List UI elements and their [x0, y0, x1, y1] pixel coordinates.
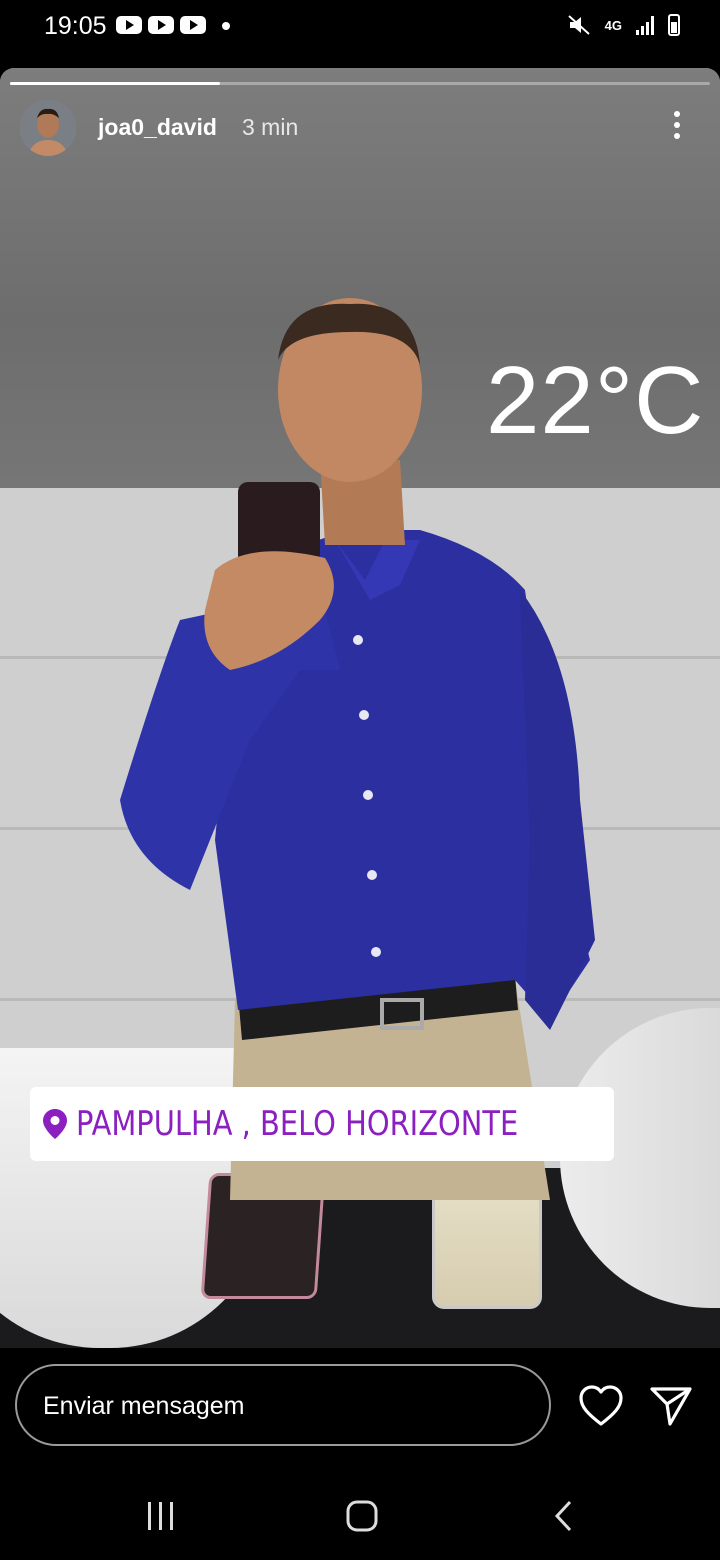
avatar[interactable] [20, 100, 76, 156]
youtube-notification-icon [148, 16, 174, 34]
youtube-notification-icon [180, 16, 206, 34]
paper-plane-icon[interactable] [648, 1384, 694, 1428]
network-type-label: 4G [604, 17, 622, 33]
story-progress-bar [10, 82, 710, 85]
status-indicators: 4G [567, 14, 680, 36]
story-progress-fill [10, 82, 220, 85]
location-label: PAMPULHA , BELO HORIZONTE [76, 1104, 519, 1144]
youtube-notification-icon [116, 16, 142, 34]
heart-icon[interactable] [578, 1384, 624, 1428]
vertical-dots-icon[interactable] [665, 108, 689, 144]
mute-icon [567, 15, 590, 35]
story-username[interactable]: joa0_david [98, 114, 217, 141]
status-bar: 19:05 4G [0, 0, 720, 56]
story-viewer[interactable]: joa0_david 3 min 22°C PAMPULHA , BELO HO… [0, 68, 720, 1348]
temperature-sticker[interactable]: 22°C [486, 346, 705, 456]
battery-icon [668, 14, 680, 36]
recent-apps-icon[interactable] [136, 1494, 186, 1540]
map-pin-icon [43, 1109, 67, 1139]
more-notifications-dot-icon [222, 22, 230, 30]
home-icon[interactable] [337, 1494, 387, 1540]
status-time: 19:05 [44, 12, 107, 40]
send-message-input[interactable]: Enviar mensagem [15, 1364, 551, 1446]
location-sticker[interactable]: PAMPULHA , BELO HORIZONTE [30, 1087, 615, 1161]
system-navigation-bar [0, 1470, 720, 1560]
send-message-placeholder: Enviar mensagem [43, 1392, 245, 1420]
back-icon[interactable] [540, 1494, 590, 1540]
signal-strength-icon [636, 15, 654, 35]
story-time-ago: 3 min [242, 114, 299, 140]
